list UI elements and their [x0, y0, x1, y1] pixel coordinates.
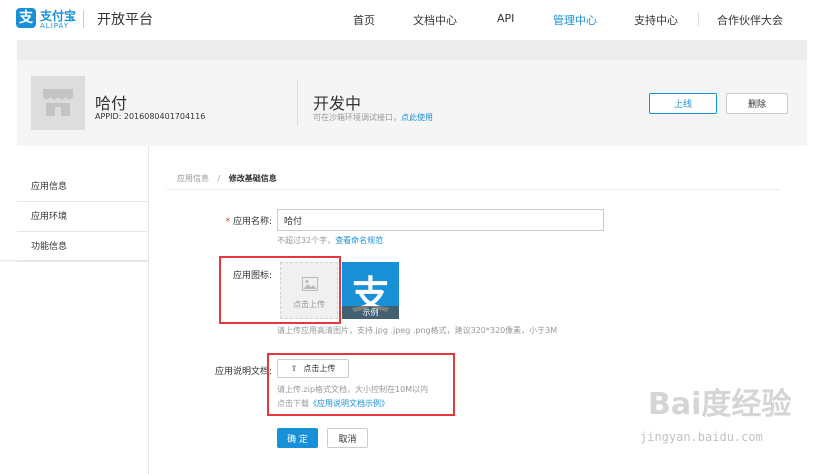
alipay-logo-icon[interactable]: 支: [16, 8, 36, 28]
breadcrumb: 应用信息 / 修改基础信息: [177, 173, 277, 184]
storefront-icon: [43, 89, 73, 116]
breadcrumb-parent[interactable]: 应用信息: [177, 174, 209, 183]
sidebar-item-features[interactable]: 功能信息: [17, 232, 148, 262]
breadcrumb-separator: /: [217, 174, 221, 183]
nav-management[interactable]: 管理中心: [553, 12, 597, 28]
cancel-button[interactable]: 取消: [327, 428, 368, 448]
brand-divider: [83, 10, 84, 28]
watermark-logo-text: Bai度经验: [648, 387, 791, 422]
icon-upload-button[interactable]: 点击上传: [280, 262, 338, 319]
go-online-button[interactable]: 上线: [649, 93, 717, 114]
sidebar-bottom-divider: [0, 260, 148, 261]
delete-button[interactable]: 删除: [726, 93, 788, 114]
app-name: 哈付: [95, 94, 128, 113]
required-mark: *: [225, 217, 231, 227]
app-name-input[interactable]: [277, 209, 604, 231]
confirm-button[interactable]: 确 定: [277, 428, 318, 448]
doc-upload-label: 点击上传: [303, 364, 336, 373]
app-id: APPID: 2016080401704116: [95, 112, 206, 121]
sidebar-item-app-info[interactable]: 应用信息: [17, 172, 148, 202]
nav-divider: [698, 12, 699, 26]
sample-caption: 示例: [342, 306, 399, 319]
nav-support[interactable]: 支持中心: [634, 12, 678, 28]
brand-name-en: ALIPAY: [40, 22, 70, 30]
app-icon: [31, 76, 85, 130]
doc-upload-button[interactable]: ⇧ 点击上传: [277, 359, 349, 378]
doc-label: 应用说明文档:: [214, 367, 272, 377]
nav-partner-conference[interactable]: 合作伙伴大会: [717, 12, 783, 28]
doc-help-line1: 请上传.zip格式文档，大小控制在10M以内: [277, 385, 429, 394]
breadcrumb-current: 修改基础信息: [228, 174, 277, 183]
upload-icon: ⇧: [290, 364, 298, 373]
card-divider: [297, 80, 298, 126]
breadcrumb-divider: [166, 189, 780, 190]
image-icon: [302, 277, 318, 291]
name-label: * 应用名称:: [210, 214, 272, 227]
nav-api[interactable]: API: [497, 12, 514, 25]
watermark-url: jingyan.baidu.com: [640, 430, 763, 444]
doc-sample-link[interactable]: 《应用说明文档示例》: [309, 399, 389, 408]
name-label-text: 应用名称:: [232, 217, 272, 227]
name-help: 不超过32个字，查看命名规范: [277, 235, 383, 246]
baidu-watermark-icon: Bai度经验: [648, 387, 791, 422]
nav-home[interactable]: 首页: [353, 12, 375, 28]
status-hint-text: 可在沙箱环境调试接口，: [313, 113, 401, 122]
status-hint: 可在沙箱环境调试接口，点此使用: [313, 112, 433, 123]
doc-help-text: 点击下载: [277, 399, 309, 408]
sidebar-item-app-env[interactable]: 应用环境: [17, 202, 148, 232]
icon-upload-text: 点击上传: [293, 300, 325, 309]
platform-title: 开放平台: [97, 12, 153, 28]
sandbox-link[interactable]: 点此使用: [401, 113, 433, 122]
sidebar-divider: [148, 146, 149, 474]
icon-label: 应用图标:: [232, 271, 272, 281]
nav-docs[interactable]: 文档中心: [413, 12, 457, 28]
name-help-text: 不超过32个字，: [277, 236, 336, 245]
banner-strip: [17, 40, 807, 60]
naming-rules-link[interactable]: 查看命名规范: [335, 236, 383, 245]
top-bar: 支 支付宝 ALIPAY 开放平台 首页 文档中心 API 管理中心 支持中心 …: [0, 0, 817, 38]
app-summary-card: 哈付 APPID: 2016080401704116 开发中 可在沙箱环境调试接…: [17, 60, 807, 146]
doc-help-line2: 点击下载《应用说明文档示例》: [277, 398, 389, 409]
app-status: 开发中: [313, 94, 362, 113]
icon-help: 请上传应用高清图片，支持.jpg .jpeg .png格式，建议320*320像…: [277, 326, 558, 335]
icon-sample: 支 示例: [342, 262, 399, 319]
